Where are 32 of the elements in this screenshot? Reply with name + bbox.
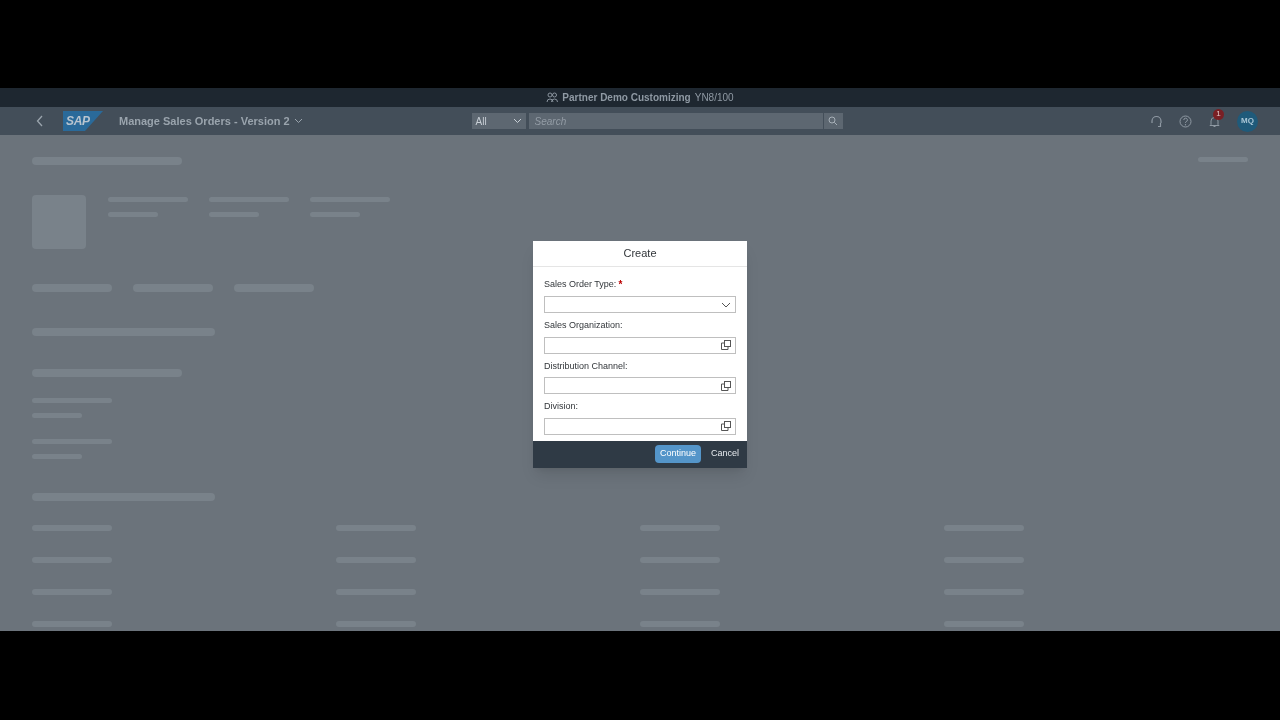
search-scope-select[interactable]: All bbox=[471, 113, 526, 129]
field-label: Division: bbox=[544, 400, 578, 413]
field-label: Sales Organization: bbox=[544, 319, 623, 332]
system-title: Partner Demo Customizing bbox=[562, 91, 691, 105]
headset-icon[interactable] bbox=[1150, 114, 1163, 128]
value-help-icon[interactable] bbox=[721, 421, 731, 431]
logo: SAP bbox=[63, 111, 103, 131]
chevron-down-icon bbox=[721, 301, 731, 308]
user-avatar[interactable]: MQ bbox=[1237, 110, 1258, 132]
field-label: Distribution Channel: bbox=[544, 359, 628, 373]
app-title-menu[interactable]: Manage Sales Orders - Version 2 bbox=[119, 112, 303, 130]
people-icon bbox=[546, 92, 559, 103]
continue-button[interactable]: Continue bbox=[654, 445, 701, 463]
value-help-icon[interactable] bbox=[721, 380, 731, 391]
notification-badge: 1 bbox=[1213, 108, 1224, 120]
cancel-button[interactable]: Cancel bbox=[711, 445, 739, 463]
input-field[interactable] bbox=[544, 417, 736, 435]
input-field[interactable] bbox=[544, 336, 736, 354]
chevron-down-icon bbox=[512, 118, 522, 124]
bell-icon[interactable] bbox=[1208, 114, 1221, 128]
system-id: YN8/100 bbox=[694, 91, 734, 105]
required-marker: * bbox=[618, 278, 623, 292]
back-icon[interactable] bbox=[36, 115, 44, 127]
select-field[interactable] bbox=[544, 296, 736, 313]
value-help-icon[interactable] bbox=[721, 340, 731, 350]
search-icon bbox=[828, 116, 839, 126]
input-field[interactable] bbox=[544, 377, 736, 394]
field-label: Sales Order Type: bbox=[544, 277, 617, 291]
search-button[interactable] bbox=[822, 113, 843, 129]
help-icon[interactable] bbox=[1179, 114, 1192, 128]
dialog-title: Create bbox=[533, 241, 747, 267]
chevron-down-icon bbox=[293, 118, 303, 124]
